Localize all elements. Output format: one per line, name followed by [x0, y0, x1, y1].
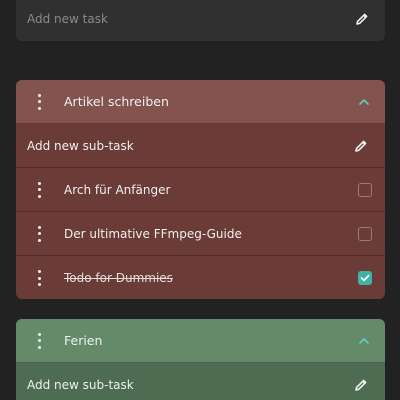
todo-app: Add new task Artikel schreiben Add new s… — [0, 0, 400, 400]
task-label-done: Todo for Dummies — [64, 271, 173, 285]
pencil-icon[interactable] — [355, 12, 369, 26]
task-checkbox-checked[interactable] — [358, 271, 372, 285]
task-label: Arch für Anfänger — [64, 182, 171, 197]
drag-handle-icon[interactable] — [34, 181, 44, 198]
group-header[interactable]: Artikel schreiben — [16, 80, 385, 124]
pencil-icon[interactable] — [354, 139, 368, 153]
chevron-up-icon[interactable] — [357, 334, 371, 348]
group-header[interactable]: Ferien — [16, 319, 385, 363]
group-title: Ferien — [64, 333, 103, 348]
task-checkbox[interactable] — [358, 226, 372, 241]
checkmark-icon — [360, 274, 370, 282]
pencil-icon[interactable] — [354, 378, 368, 392]
add-task-input[interactable]: Add new task — [27, 12, 355, 26]
drag-handle-icon[interactable] — [34, 93, 44, 110]
add-task-bar[interactable]: Add new task — [16, 0, 385, 41]
drag-handle-icon[interactable] — [34, 270, 44, 286]
group-title: Artikel schreiben — [64, 94, 169, 109]
task-label: Der ultimative FFmpeg-Guide — [64, 226, 242, 241]
add-subtask-input[interactable]: Add new sub-task — [27, 139, 354, 153]
chevron-up-icon[interactable] — [357, 95, 371, 109]
drag-handle-icon[interactable] — [34, 332, 44, 349]
add-subtask-input[interactable]: Add new sub-task — [27, 378, 354, 392]
task-row[interactable]: Arch für Anfänger — [16, 168, 385, 212]
add-subtask-row[interactable]: Add new sub-task — [16, 363, 385, 400]
task-row[interactable]: Todo for Dummies — [16, 256, 385, 299]
task-group: Ferien Add new sub-task — [16, 319, 385, 400]
task-row[interactable]: Der ultimative FFmpeg-Guide — [16, 212, 385, 256]
drag-handle-icon[interactable] — [34, 225, 44, 242]
add-subtask-row[interactable]: Add new sub-task — [16, 124, 385, 168]
task-group: Artikel schreiben Add new sub-task Arch … — [16, 80, 385, 299]
task-checkbox[interactable] — [358, 182, 372, 197]
